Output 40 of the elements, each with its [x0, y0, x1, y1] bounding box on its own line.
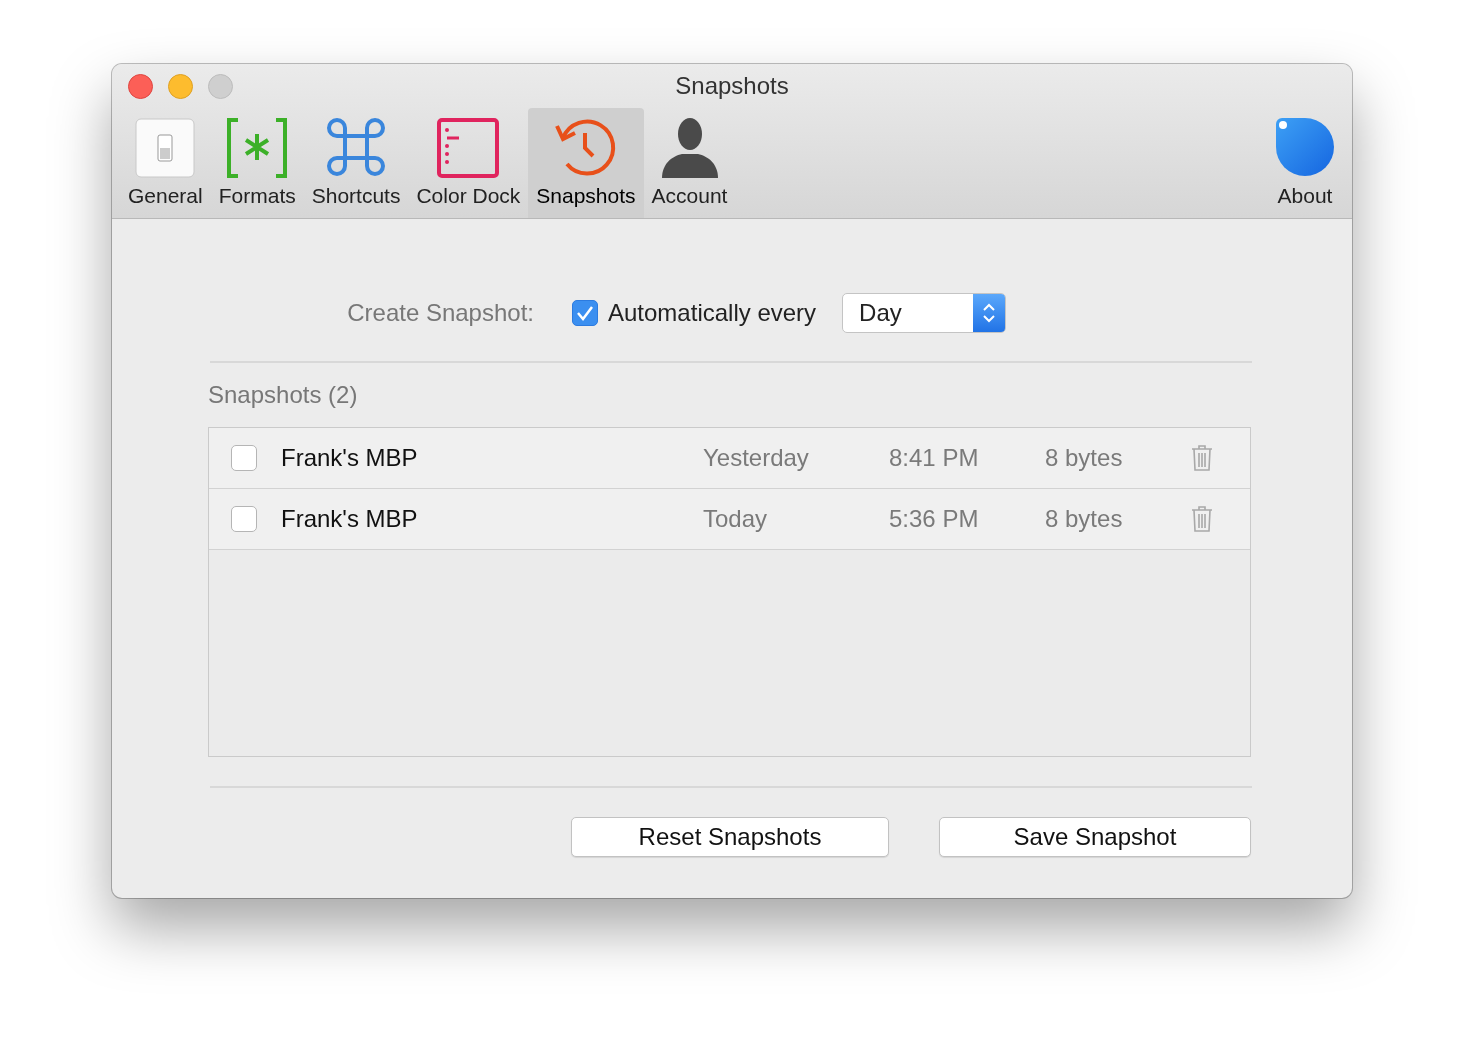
save-snapshot-button[interactable]: Save Snapshot: [939, 817, 1251, 857]
bracket-asterisk-icon: [226, 118, 289, 178]
toolbar-tab[interactable]: Account: [643, 108, 736, 218]
snapshot-time: 5:36 PM: [889, 505, 979, 532]
reset-snapshots-button[interactable]: Reset Snapshots: [571, 817, 889, 857]
snapshots-heading: Snapshots (2): [208, 381, 359, 409]
window-title: Snapshots: [675, 72, 789, 100]
trash-icon[interactable]: [1191, 506, 1213, 532]
minimize-button[interactable]: [168, 74, 193, 99]
sidebar-panel-icon: [437, 118, 500, 178]
toolbar-tab[interactable]: Snapshots: [528, 108, 644, 218]
snapshot-row[interactable]: Frank's MBP Today 5:36 PM 8 bytes: [209, 489, 1250, 550]
history-clock-icon: [554, 116, 617, 178]
snapshot-name: Frank's MBP: [281, 444, 418, 471]
snapshot-size: 8 bytes: [1045, 444, 1123, 471]
zoom-button[interactable]: [208, 74, 233, 99]
snapshot-size: 8 bytes: [1045, 505, 1123, 532]
snapshot-date: Today: [703, 505, 768, 532]
interval-dropdown[interactable]: Day: [842, 293, 1007, 333]
toolbar-tab[interactable]: General: [120, 108, 211, 218]
close-button[interactable]: [128, 74, 153, 99]
toolbar-tab[interactable]: Shortcuts: [303, 108, 409, 218]
command-key-icon: [325, 116, 388, 178]
row-checkbox[interactable]: [231, 506, 257, 532]
create-snapshot-label: Create Snapshot:: [346, 299, 535, 327]
up-down-chevron-icon: [982, 301, 997, 325]
row-checkbox[interactable]: [231, 445, 257, 471]
toolbar-tab[interactable]: Formats: [210, 108, 304, 218]
app-logo-icon: [1274, 116, 1336, 178]
snapshot-name: Frank's MBP: [281, 505, 418, 532]
person-silhouette-icon: [659, 116, 720, 178]
auto-snapshot-checkbox[interactable]: Automatically every: [572, 299, 817, 327]
toolbar-tab[interactable]: Color Dock: [408, 108, 529, 218]
snapshot-row[interactable]: Frank's MBP Yesterday 8:41 PM 8 bytes: [209, 428, 1250, 489]
toolbar-tab[interactable]: About: [1266, 108, 1344, 218]
checkmark-icon: [576, 305, 594, 321]
snapshot-time: 8:41 PM: [889, 444, 979, 471]
snapshot-date: Yesterday: [703, 444, 809, 471]
trash-icon[interactable]: [1191, 445, 1213, 471]
switch-icon: [135, 118, 196, 178]
